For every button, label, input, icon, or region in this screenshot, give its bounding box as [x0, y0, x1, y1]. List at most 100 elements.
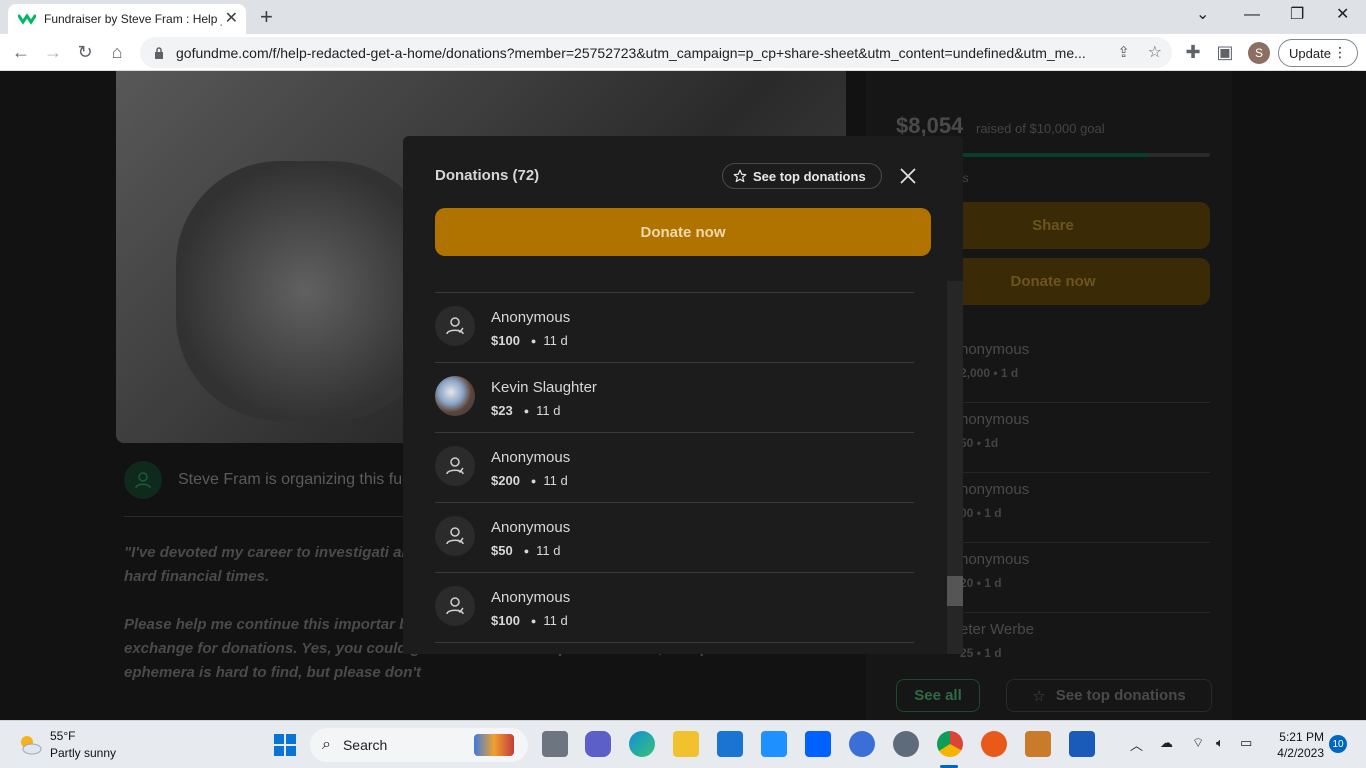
chrome-icon[interactable]: [937, 731, 963, 757]
donation-list: Anonymous $100 ● 11 d Kevin Slaughter $23 ●…: [435, 292, 914, 643]
see-all-button[interactable]: See all: [896, 679, 980, 712]
tab-search-icon[interactable]: ⌄: [1196, 4, 1209, 26]
donation-meta: $100 ● 11 d: [491, 333, 568, 348]
myhp-icon[interactable]: [761, 731, 787, 757]
dropbox-icon[interactable]: [805, 731, 831, 757]
search-highlight-icon: [474, 734, 514, 756]
modal-title: Donations (72): [435, 167, 540, 184]
settings-gear-icon[interactable]: [893, 731, 919, 757]
notification-badge[interactable]: 10: [1329, 735, 1347, 753]
separator-dot: ●: [530, 475, 537, 486]
separator-dot: ●: [523, 545, 530, 556]
donor-name: Anonymous: [491, 519, 571, 536]
weather-description[interactable]: Partly sunny: [50, 746, 116, 760]
donation-time: 11 d: [536, 403, 561, 418]
restore-icon[interactable]: ❐: [1290, 4, 1304, 26]
task-view-icon[interactable]: [542, 731, 568, 757]
brave-icon[interactable]: [981, 731, 1007, 757]
separator-dot: ●: [530, 615, 537, 626]
word-icon[interactable]: [1069, 731, 1095, 757]
partly-sunny-icon[interactable]: [16, 731, 44, 759]
donation-meta: $23 ● 11 d: [491, 403, 560, 418]
donation-amount: $100: [491, 613, 520, 628]
mail-icon[interactable]: [717, 731, 743, 757]
home-icon[interactable]: ⌂: [106, 41, 128, 63]
donate-now-button[interactable]: Donate now: [435, 208, 931, 256]
donation-time: 11 d: [536, 543, 561, 558]
app-icon[interactable]: [1025, 731, 1051, 757]
clock-time: 5:21 PM: [1279, 730, 1324, 744]
anonymous-user-icon: [435, 306, 475, 346]
browser-tab[interactable]: Fundraiser by Steve Fram : Help _ ✕: [8, 4, 246, 34]
new-tab-icon[interactable]: +: [260, 5, 273, 29]
see-top-donations-button[interactable]: See top donations: [722, 163, 882, 189]
tab-close-icon[interactable]: ✕: [225, 10, 238, 28]
extensions-icon[interactable]: ✚: [1182, 41, 1204, 63]
lock-icon: [155, 46, 163, 59]
donation-amount: $100: [491, 333, 520, 348]
donation-time: 11 d: [543, 613, 568, 628]
window-close-icon[interactable]: ✕: [1336, 4, 1349, 26]
url-text: gofundme.com/f/help-redacted-get-a-home/…: [176, 44, 1086, 61]
donor-name: Anonymous: [491, 589, 571, 606]
donation-meta: 20 • 1 d: [960, 576, 1002, 590]
sidebar-see-top-button[interactable]: ☆ See top donations: [1006, 679, 1212, 712]
list-item: Anonymous $100 ● 11 d: [435, 573, 914, 643]
reload-icon[interactable]: ↻: [74, 41, 96, 63]
donation-amount: $23: [491, 403, 513, 418]
separator-dot: ●: [530, 335, 537, 346]
raised-goal: raised of $10,000 goal: [976, 121, 1105, 136]
weather-temperature[interactable]: 55°F: [50, 729, 75, 743]
share-page-icon[interactable]: ⇪: [1117, 43, 1130, 61]
back-icon[interactable]: ←: [10, 41, 32, 63]
scrollbar-thumb[interactable]: [947, 576, 963, 606]
address-bar[interactable]: gofundme.com/f/help-redacted-get-a-home/…: [140, 37, 1172, 68]
organizer-user-icon: [124, 461, 162, 499]
list-item: Anonymous $100 ● 11 d: [435, 293, 914, 363]
gofundme-favicon-icon: [18, 13, 36, 25]
bookmark-star-icon[interactable]: ☆: [1148, 42, 1162, 62]
minimize-icon[interactable]: —: [1244, 4, 1260, 26]
edge-icon[interactable]: [629, 731, 655, 757]
tray-chevron-icon[interactable]: ︿: [1130, 735, 1143, 754]
donation-meta: $100 ● 11 d: [491, 613, 568, 628]
wifi-icon[interactable]: ⌔: [1192, 735, 1204, 751]
taskbar-search[interactable]: ⌕ Search: [310, 728, 528, 762]
volume-icon[interactable]: 🔈︎: [1216, 735, 1224, 751]
forward-icon[interactable]: →: [42, 41, 64, 63]
close-icon[interactable]: [897, 165, 919, 187]
donor-name: Anonymous: [491, 449, 571, 466]
search-label: Search: [342, 737, 388, 753]
menu-dots-icon[interactable]: ⋮: [1333, 44, 1347, 61]
donation-time: 11 d: [543, 473, 568, 488]
donor-name: Anonymous: [491, 309, 571, 326]
search-icon: ⌕: [322, 736, 331, 753]
donor-name: Kevin Slaughter: [491, 379, 597, 396]
profile-avatar[interactable]: S: [1248, 42, 1270, 64]
star-icon: ☆: [1032, 687, 1046, 705]
donation-meta: 2,000 • 1 d: [960, 366, 1019, 380]
donations-modal: Donations (72) See top donations Donate …: [403, 136, 963, 654]
donation-meta: 50 • 1d: [960, 436, 999, 450]
donation-meta: 00 • 1 d: [960, 506, 1002, 520]
clock-date: 4/2/2023: [1277, 746, 1324, 760]
windows-start-icon[interactable]: [274, 734, 296, 756]
donor-avatar: [435, 376, 475, 416]
list-item: Anonymous $200 ● 11 d: [435, 433, 914, 503]
list-item: Kevin Slaughter $23 ● 11 d: [435, 363, 914, 433]
update-button[interactable]: Update ⋮: [1278, 39, 1358, 67]
donor-name: nonymous: [960, 551, 1030, 568]
clock[interactable]: 5:21 PM 4/2/2023: [1272, 729, 1324, 761]
battery-icon[interactable]: ▭: [1240, 735, 1252, 751]
signal-icon[interactable]: [849, 731, 875, 757]
donation-time: 11 d: [543, 333, 568, 348]
list-item: Anonymous $50 ● 11 d: [435, 503, 914, 573]
browser-tab-bar: Fundraiser by Steve Fram : Help _ ✕ + ⌄ …: [0, 0, 1366, 34]
teams-chat-icon[interactable]: [585, 731, 611, 757]
anonymous-user-icon: [435, 446, 475, 486]
donation-amount: $50: [491, 543, 513, 558]
side-panel-icon[interactable]: ▣: [1214, 41, 1236, 63]
onedrive-icon[interactable]: ☁: [1160, 735, 1173, 751]
donation-meta: 25 • 1 d: [960, 646, 1002, 660]
file-explorer-icon[interactable]: [673, 731, 699, 757]
